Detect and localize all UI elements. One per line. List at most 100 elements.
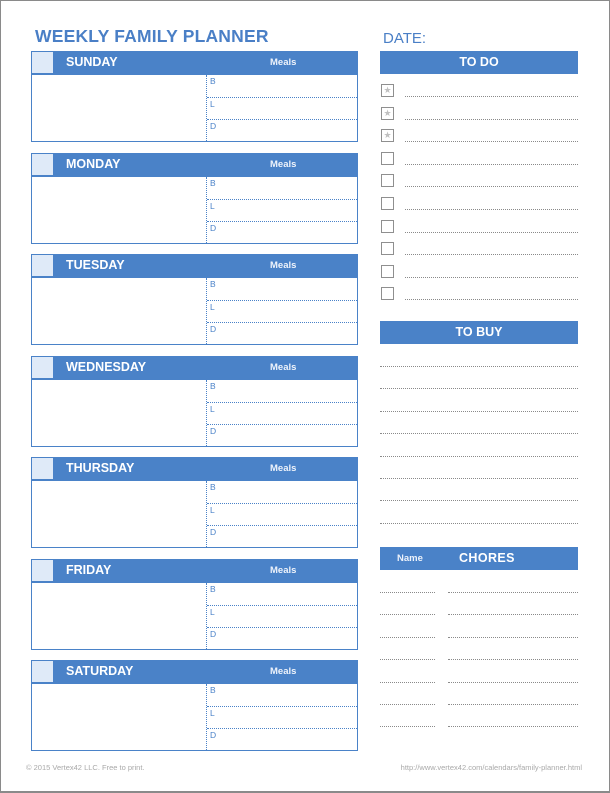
day-notes-area[interactable]: B L D	[31, 380, 358, 447]
chore-task-line[interactable]	[448, 659, 578, 660]
chore-name-line[interactable]	[380, 682, 435, 683]
todo-line[interactable]	[405, 254, 578, 255]
todo-checkbox[interactable]	[381, 287, 394, 300]
chore-name-line[interactable]	[380, 726, 435, 727]
meal-row[interactable]: L	[207, 706, 357, 729]
meal-row[interactable]: B	[207, 278, 357, 300]
chore-name-line[interactable]	[380, 704, 435, 705]
meal-row[interactable]: L	[207, 503, 357, 526]
star-checkbox-icon[interactable]: ★	[381, 107, 394, 120]
day-checkbox[interactable]	[32, 661, 53, 682]
todo-item[interactable]	[380, 242, 578, 262]
meal-row[interactable]: L	[207, 199, 357, 222]
meal-row[interactable]: D	[207, 119, 357, 142]
meal-row[interactable]: B	[207, 583, 357, 605]
meal-row[interactable]: B	[207, 380, 357, 402]
tobuy-line[interactable]	[380, 388, 578, 389]
todo-item[interactable]	[380, 220, 578, 240]
meal-row[interactable]: B	[207, 177, 357, 199]
todo-header: TO DO	[380, 51, 578, 74]
tobuy-line[interactable]	[380, 456, 578, 457]
tobuy-line[interactable]	[380, 478, 578, 479]
day-notes-area[interactable]: B L D	[31, 75, 358, 142]
todo-item[interactable]: ★	[380, 84, 578, 104]
todo-line[interactable]	[405, 96, 578, 97]
meal-row[interactable]: L	[207, 402, 357, 425]
day-checkbox[interactable]	[32, 255, 53, 276]
todo-item[interactable]	[380, 152, 578, 172]
chore-task-line[interactable]	[448, 637, 578, 638]
tobuy-line[interactable]	[380, 366, 578, 367]
todo-line[interactable]	[405, 119, 578, 120]
todo-checkbox[interactable]	[381, 242, 394, 255]
meal-row[interactable]: D	[207, 424, 357, 447]
meal-letter: L	[210, 201, 215, 211]
todo-checkbox[interactable]	[381, 197, 394, 210]
footer-url[interactable]: http://www.vertex42.com/calendars/family…	[401, 763, 582, 772]
todo-checkbox[interactable]	[381, 265, 394, 278]
day-checkbox[interactable]	[32, 458, 53, 479]
meal-row[interactable]: L	[207, 300, 357, 323]
meal-letter: B	[210, 76, 216, 86]
meal-row[interactable]: D	[207, 221, 357, 244]
todo-item[interactable]	[380, 197, 578, 217]
day-notes-area[interactable]: B L D	[31, 583, 358, 650]
tobuy-line[interactable]	[380, 433, 578, 434]
todo-item[interactable]	[380, 265, 578, 285]
chore-task-line[interactable]	[448, 704, 578, 705]
meal-row[interactable]: D	[207, 525, 357, 548]
day-notes-area[interactable]: B L D	[31, 278, 358, 345]
chore-name-line[interactable]	[380, 637, 435, 638]
chore-name-line[interactable]	[380, 614, 435, 615]
meal-letter: L	[210, 99, 215, 109]
meal-row[interactable]: L	[207, 97, 357, 120]
tobuy-line[interactable]	[380, 523, 578, 524]
meal-row[interactable]: D	[207, 728, 357, 751]
todo-line[interactable]	[405, 299, 578, 300]
meal-row[interactable]: L	[207, 605, 357, 628]
todo-line[interactable]	[405, 232, 578, 233]
todo-line[interactable]	[405, 277, 578, 278]
todo-checkbox[interactable]	[381, 152, 394, 165]
day-checkbox[interactable]	[32, 560, 53, 581]
day-name: SUNDAY	[66, 55, 118, 69]
chore-task-line[interactable]	[448, 592, 578, 593]
tobuy-header: TO BUY	[380, 321, 578, 344]
meal-row[interactable]: B	[207, 684, 357, 706]
todo-line[interactable]	[405, 141, 578, 142]
chore-task-line[interactable]	[448, 726, 578, 727]
meal-letter: D	[210, 629, 217, 639]
chore-name-line[interactable]	[380, 592, 435, 593]
meal-row[interactable]: B	[207, 481, 357, 503]
star-checkbox-icon[interactable]: ★	[381, 84, 394, 97]
todo-item[interactable]: ★	[380, 129, 578, 149]
meal-letter: B	[210, 482, 216, 492]
day-block-thursday: THURSDAY Meals B L D	[31, 457, 358, 548]
day-notes-area[interactable]: B L D	[31, 684, 358, 751]
todo-item[interactable]: ★	[380, 107, 578, 127]
day-notes-area[interactable]: B L D	[31, 481, 358, 548]
tobuy-line[interactable]	[380, 500, 578, 501]
todo-item[interactable]	[380, 287, 578, 307]
meal-row[interactable]: D	[207, 627, 357, 650]
day-name: SATURDAY	[66, 664, 134, 678]
day-name: MONDAY	[66, 157, 121, 171]
meal-row[interactable]: D	[207, 322, 357, 345]
todo-line[interactable]	[405, 209, 578, 210]
chore-name-line[interactable]	[380, 659, 435, 660]
todo-checkbox[interactable]	[381, 174, 394, 187]
meal-letter: L	[210, 607, 215, 617]
tobuy-line[interactable]	[380, 411, 578, 412]
todo-line[interactable]	[405, 164, 578, 165]
todo-line[interactable]	[405, 186, 578, 187]
day-checkbox[interactable]	[32, 52, 53, 73]
day-checkbox[interactable]	[32, 357, 53, 378]
chore-task-line[interactable]	[448, 614, 578, 615]
todo-checkbox[interactable]	[381, 220, 394, 233]
day-notes-area[interactable]: B L D	[31, 177, 358, 244]
meal-row[interactable]: B	[207, 75, 357, 97]
chore-task-line[interactable]	[448, 682, 578, 683]
todo-item[interactable]	[380, 174, 578, 194]
day-checkbox[interactable]	[32, 154, 53, 175]
star-checkbox-icon[interactable]: ★	[381, 129, 394, 142]
